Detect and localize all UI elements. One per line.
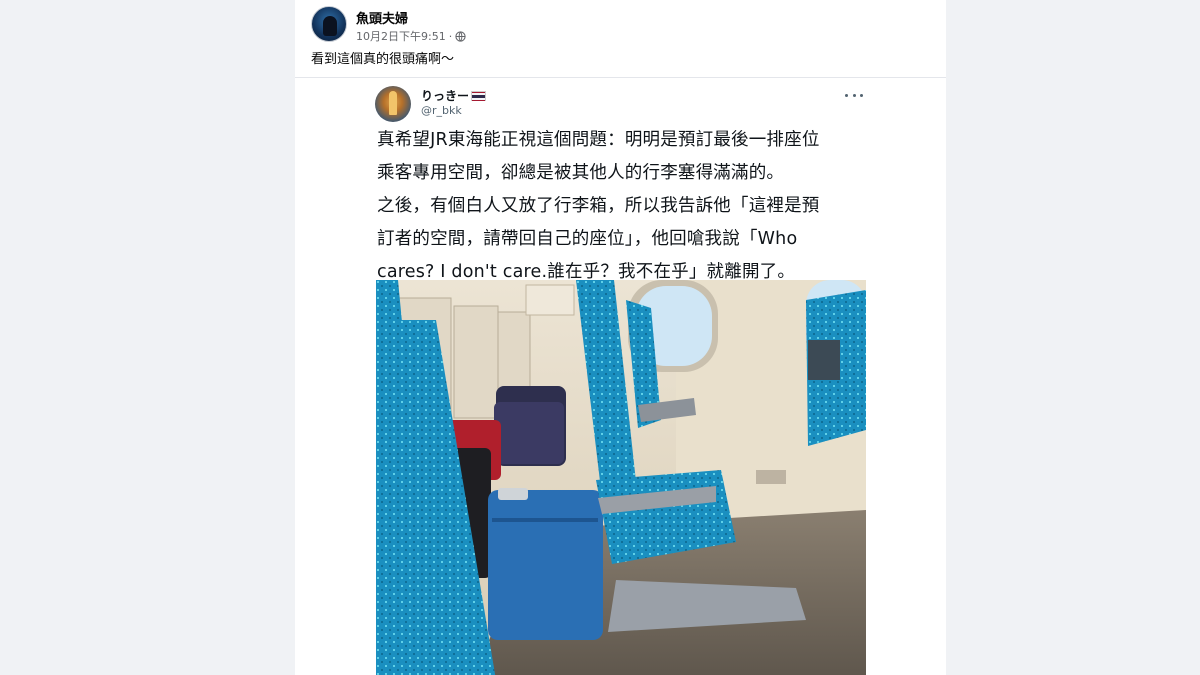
author-avatar[interactable]: [311, 6, 347, 42]
tweet-display-name[interactable]: りっきー: [421, 87, 487, 104]
avatar-figure: [323, 16, 337, 36]
post-header: 魚頭夫婦 10月2日下午9:51 ·: [311, 6, 931, 46]
train-interior-photo[interactable]: [376, 280, 866, 675]
tweet-line: 訂者的空間，請帶回自己的座位」，他回嗆我說「Who: [377, 229, 798, 249]
post-meta: 10月2日下午9:51 ·: [356, 28, 466, 44]
thailand-flag-icon: [471, 90, 487, 102]
more-options-icon[interactable]: [845, 88, 863, 102]
train-photo-illustration: [376, 280, 866, 675]
tweet-line: 之後，有個白人又放了行李箱，所以我告訴他「這裡是預: [377, 196, 820, 216]
tweet-text: 真希望JR東海能正視這個問題：明明是預訂最後一排座位 乘客專用空間，卻總是被其他…: [377, 124, 865, 289]
display-name-text: りっきー: [421, 89, 470, 103]
tweet-line: 真希望JR東海能正視這個問題：明明是預訂最後一排座位: [377, 130, 820, 150]
avatar-spire: [389, 91, 397, 115]
author-name[interactable]: 魚頭夫婦: [356, 8, 408, 27]
tweet-avatar[interactable]: [375, 86, 411, 122]
post-card: 魚頭夫婦 10月2日下午9:51 · 看到這個真的很頭痛啊～ りっきー @r_b…: [295, 0, 946, 675]
tweet-handle[interactable]: @r_bkk: [421, 104, 462, 117]
meta-separator: ·: [448, 29, 453, 43]
tweet-line: 乘客專用空間，卻總是被其他人的行李塞得滿滿的。: [377, 163, 785, 183]
post-timestamp[interactable]: 10月2日下午9:51: [356, 28, 446, 44]
globe-icon: [455, 30, 466, 42]
post-caption: 看到這個真的很頭痛啊～: [311, 52, 455, 67]
embedded-tweet: りっきー @r_bkk 真希望JR東海能正視這個問題：明明是預訂最後一排座位 乘…: [375, 78, 868, 675]
